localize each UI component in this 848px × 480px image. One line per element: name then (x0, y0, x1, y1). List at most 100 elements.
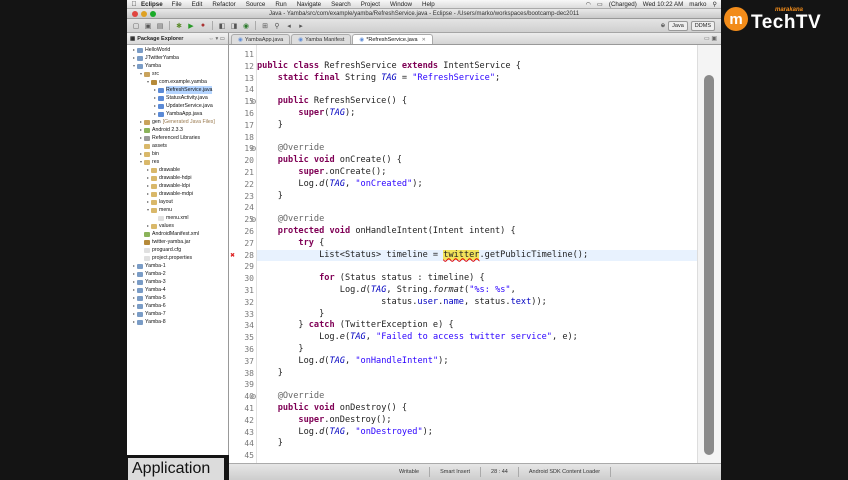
code-line[interactable]: 11 (244, 49, 697, 61)
code-line[interactable]: 31 Log.d(TAG, String.format("%s: %s", (244, 285, 697, 297)
open-type-icon[interactable]: ⊞ (260, 21, 270, 31)
menu-window[interactable]: Window (390, 1, 412, 8)
tree-item[interactable]: ▸ Yamba-7 (127, 310, 228, 318)
tree-item[interactable]: ▸ gen [Generated Java Files] (127, 118, 228, 126)
menu-navigate[interactable]: Navigate (297, 1, 321, 8)
save-icon[interactable]: ▣ (143, 21, 153, 31)
tree-item[interactable]: ▸ drawable-mdpi (127, 190, 228, 198)
source-code[interactable]: 11 12 public class RefreshService extends … (244, 49, 697, 462)
menu-project[interactable]: Project (361, 1, 380, 8)
tree-item[interactable]: ▾ com.example.yamba (127, 78, 228, 86)
code-line[interactable]: 17 } (244, 120, 697, 132)
package-explorer-tab[interactable]: ▦ Package Explorer ⇔ ▾ ▭ (127, 33, 228, 45)
code-line[interactable]: 28 List<Status> timeline = twitter.getPu… (244, 249, 697, 262)
editor-tab[interactable]: ◉ *RefreshService.java ✕ (352, 34, 433, 44)
code-line[interactable]: 24 (244, 202, 697, 214)
code-line[interactable]: 36 } (244, 344, 697, 356)
tree-item[interactable]: ▸ Referenced Libraries (127, 134, 228, 142)
view-menu-icon[interactable]: ⇔ ▾ ▭ (208, 36, 225, 42)
code-line[interactable]: 38 } (244, 368, 697, 380)
code-line[interactable]: 43 Log.d(TAG, "onDestroyed"); (244, 427, 697, 439)
perspective-java[interactable]: Java (668, 20, 688, 31)
tree-item[interactable]: ▾ Yamba (127, 62, 228, 70)
tree-item[interactable]: ▸ bin (127, 150, 228, 158)
code-line[interactable]: 14 (244, 84, 697, 96)
tree-item[interactable]: ▸ drawable-ldpi (127, 182, 228, 190)
tree-item[interactable]: ▾ res (127, 158, 228, 166)
tree-item[interactable]: ▸ values (127, 222, 228, 230)
code-line[interactable]: 12 public class RefreshService extends In… (244, 61, 697, 73)
tree-item[interactable]: ▸ drawable-hdpi (127, 174, 228, 182)
tree-item[interactable]: ▸ UpdaterService.java (127, 102, 228, 110)
tree-item[interactable]: ▸ Android 2.3.3 (127, 126, 228, 134)
menu-run[interactable]: Run (275, 1, 286, 8)
code-line[interactable]: 23 } (244, 191, 697, 203)
perspective-ddms[interactable]: DDMS (690, 20, 715, 31)
wifi-icon[interactable]: ◠ (586, 1, 591, 8)
editor-tab[interactable]: ◉ Yamba Manifest (291, 34, 352, 44)
code-line[interactable]: 34 } catch (TwitterException e) { (244, 320, 697, 332)
close-window-icon[interactable] (132, 11, 138, 17)
tree-item[interactable]: proguard.cfg (127, 246, 228, 254)
code-line[interactable]: 30 for (Status status : timeline) { (244, 273, 697, 285)
tree-item[interactable]: ▸ Yamba-6 (127, 302, 228, 310)
battery-icon[interactable]: ▭ (597, 1, 603, 8)
back-icon[interactable]: ◂ (284, 21, 294, 31)
code-line[interactable]: 44 } (244, 438, 697, 450)
spotlight-icon[interactable]: ⚲ (712, 1, 717, 8)
menu-source[interactable]: Source (246, 1, 266, 8)
code-line[interactable]: 40− @Override (244, 391, 697, 403)
code-line[interactable]: 13 static final String TAG = "RefreshSer… (244, 73, 697, 85)
code-line[interactable]: 21 super.onCreate(); (244, 167, 697, 179)
tree-item[interactable]: AndroidManifest.xml (127, 230, 228, 238)
zoom-window-icon[interactable] (150, 11, 156, 17)
code-line[interactable]: 25− @Override (244, 214, 697, 226)
tree-item[interactable]: ▸ HelloWorld (127, 46, 228, 54)
scrollbar-thumb[interactable] (704, 75, 714, 455)
code-line[interactable]: 20 public void onCreate() { (244, 155, 697, 167)
new-package-icon[interactable]: ◨ (229, 21, 239, 31)
tree-item[interactable]: ▸ Yamba-1 (127, 262, 228, 270)
tree-item[interactable]: twitter-yamba.jar (127, 238, 228, 246)
editor-tabs-menu-icon[interactable]: ▭ ▣ (704, 35, 717, 42)
close-tab-icon[interactable]: ✕ (422, 37, 426, 43)
code-line[interactable]: 16 super(TAG); (244, 108, 697, 120)
code-line[interactable]: 19− @Override (244, 143, 697, 155)
code-line[interactable]: 18 (244, 132, 697, 144)
tree-item[interactable]: ▸ StatusActivity.java (127, 94, 228, 102)
code-line[interactable]: 32 status.user.name, status.text)); (244, 297, 697, 309)
menu-edit[interactable]: Edit (192, 1, 203, 8)
minimize-window-icon[interactable] (141, 11, 147, 17)
user-name[interactable]: marko (689, 1, 706, 8)
editor-tab[interactable]: ◉ YambaApp.java (231, 34, 291, 44)
code-line[interactable]: 35 Log.e(TAG, "Failed to access twitter … (244, 332, 697, 344)
tree-item[interactable]: assets (127, 142, 228, 150)
tree-item[interactable]: ▸ Yamba-4 (127, 286, 228, 294)
print-icon[interactable]: ▤ (155, 21, 165, 31)
tree-item[interactable]: menu.xml (127, 214, 228, 222)
editor-scrollbar[interactable] (697, 45, 721, 463)
new-class-icon[interactable]: ◉ (241, 21, 251, 31)
tree-item[interactable]: ▸ drawable (127, 166, 228, 174)
code-line[interactable]: 42 super.onDestroy(); (244, 415, 697, 427)
tree-item[interactable]: ▸ Yamba-3 (127, 278, 228, 286)
menu-refactor[interactable]: Refactor (212, 1, 235, 8)
tree-item[interactable]: ▸ JTwitterYamba (127, 54, 228, 62)
tree-item[interactable]: ▸ Yamba-8 (127, 318, 228, 326)
apple-icon[interactable]:  (127, 1, 141, 8)
code-line[interactable]: 26 protected void onHandleIntent(Intent … (244, 226, 697, 238)
menu-help[interactable]: Help (422, 1, 435, 8)
code-line[interactable]: 27 try { (244, 238, 697, 250)
new-file-icon[interactable]: ▢ (131, 21, 141, 31)
open-perspective-icon[interactable]: ⊕ (661, 23, 666, 29)
code-line[interactable]: 45 (244, 450, 697, 462)
tree-item[interactable]: ▾ src (127, 70, 228, 78)
code-line[interactable]: 41 public void onDestroy() { (244, 403, 697, 415)
tree-item[interactable]: ▸ YambaApp.java (127, 110, 228, 118)
code-line[interactable]: 29 (244, 261, 697, 273)
external-tools-icon[interactable]: ● (198, 21, 208, 31)
code-editor[interactable]: ✖ 11 12 public class RefreshService extend… (229, 45, 721, 463)
code-line[interactable]: 37 Log.d(TAG, "onHandleIntent"); (244, 356, 697, 368)
app-menu-eclipse[interactable]: Eclipse (141, 1, 163, 8)
run-icon[interactable]: ▶ (186, 21, 196, 31)
